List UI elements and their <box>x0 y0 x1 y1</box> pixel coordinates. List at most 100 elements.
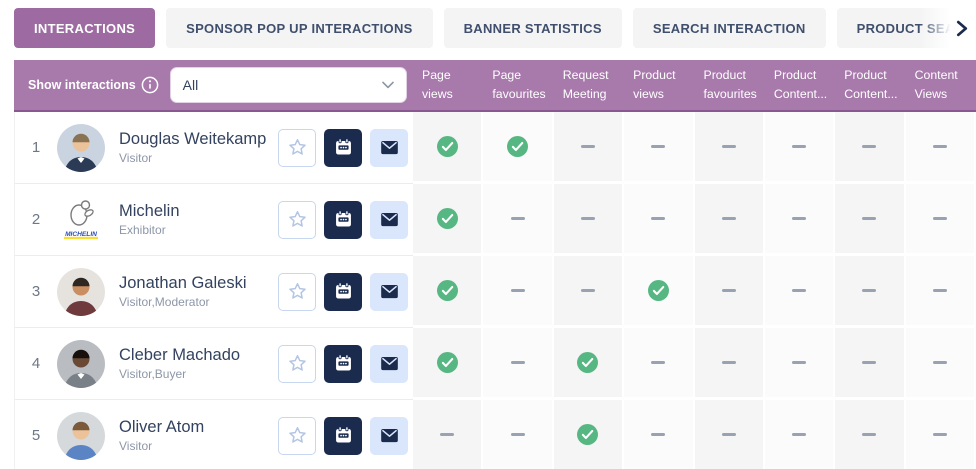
interaction-none-cell <box>765 328 835 400</box>
interaction-yes-cell <box>483 112 553 184</box>
dash-icon <box>581 217 595 220</box>
profile-photo <box>57 340 105 388</box>
interaction-none-cell <box>554 112 624 184</box>
info-icon[interactable] <box>141 76 159 94</box>
avatar <box>57 124 105 172</box>
check-icon <box>437 352 458 373</box>
avatar <box>57 412 105 460</box>
column-header: Content Views <box>906 60 976 110</box>
interaction-none-cell <box>765 184 835 256</box>
star-icon <box>287 353 308 374</box>
check-icon <box>577 424 598 445</box>
interactions-panel: Show interactions All Page viewsPage fav… <box>14 60 976 469</box>
attendee-cell: 2MICHELINMichelinExhibitor <box>14 184 413 256</box>
dash-icon <box>933 361 947 364</box>
column-header: Page views <box>413 60 483 110</box>
email-button[interactable] <box>370 273 408 311</box>
tabs-scroll-right[interactable] <box>920 8 976 48</box>
meeting-button[interactable] <box>324 417 362 455</box>
dash-icon <box>792 145 806 148</box>
meeting-button[interactable] <box>324 273 362 311</box>
show-interactions-dropdown[interactable]: All <box>170 67 407 103</box>
column-header: Product Content... <box>765 60 835 110</box>
check-icon <box>507 136 528 157</box>
email-icon <box>379 209 400 230</box>
meeting-button[interactable] <box>324 201 362 239</box>
avatar: MICHELIN <box>57 196 105 244</box>
favourite-button[interactable] <box>278 201 316 239</box>
chevron-down-icon <box>382 81 394 89</box>
dash-icon <box>581 145 595 148</box>
dash-icon <box>722 433 736 436</box>
interaction-none-cell <box>906 184 976 256</box>
interaction-none-cell <box>835 112 905 184</box>
row-number: 3 <box>15 283 57 300</box>
email-button[interactable] <box>370 417 408 455</box>
tab-interactions[interactable]: INTERACTIONS <box>14 8 155 48</box>
attendee-identity: Oliver AtomVisitor <box>119 418 204 453</box>
favourite-button[interactable] <box>278 273 316 311</box>
dash-icon <box>722 289 736 292</box>
check-icon <box>577 352 598 373</box>
favourite-button[interactable] <box>278 417 316 455</box>
dash-icon <box>722 361 736 364</box>
check-icon <box>437 136 458 157</box>
interaction-yes-cell <box>413 184 483 256</box>
email-icon <box>379 281 400 302</box>
dash-icon <box>511 433 525 436</box>
dash-icon <box>511 289 525 292</box>
tab-search-interaction[interactable]: SEARCH INTERACTION <box>633 8 826 48</box>
row-actions <box>278 129 408 167</box>
meeting-button[interactable] <box>324 345 362 383</box>
dash-icon <box>722 145 736 148</box>
dash-icon <box>440 433 454 436</box>
meeting-button[interactable] <box>324 129 362 167</box>
check-icon <box>437 280 458 301</box>
calendar-icon <box>333 353 354 374</box>
favourite-button[interactable] <box>278 129 316 167</box>
column-header: Product views <box>624 60 694 110</box>
interaction-none-cell <box>906 400 976 469</box>
profile-photo <box>57 412 105 460</box>
table-row: 1Douglas WeitekampVisitor <box>14 112 976 184</box>
dash-icon <box>511 217 525 220</box>
attendee-role: Visitor <box>119 151 266 165</box>
email-icon <box>379 425 400 446</box>
interaction-none-cell <box>695 112 765 184</box>
row-actions <box>278 273 408 311</box>
filter-bar: Show interactions All Page viewsPage fav… <box>14 60 976 112</box>
avatar <box>57 340 105 388</box>
dash-icon <box>933 217 947 220</box>
interaction-none-cell <box>835 256 905 328</box>
interaction-cells <box>413 112 976 184</box>
interaction-none-cell <box>765 400 835 469</box>
interactions-table: 1Douglas WeitekampVisitor2MICHELINMichel… <box>14 112 976 469</box>
show-interactions-label: Show interactions <box>28 78 136 92</box>
column-header: Page favourites <box>483 60 553 110</box>
attendee-identity: Jonathan GaleskiVisitor,Moderator <box>119 274 247 309</box>
email-button[interactable] <box>370 345 408 383</box>
email-button[interactable] <box>370 201 408 239</box>
dash-icon <box>792 289 806 292</box>
dash-icon <box>651 145 665 148</box>
interaction-cells <box>413 256 976 328</box>
row-actions <box>278 201 408 239</box>
star-icon <box>287 281 308 302</box>
row-number: 5 <box>15 427 57 444</box>
dash-icon <box>862 289 876 292</box>
dash-icon <box>651 433 665 436</box>
chevron-right-icon <box>953 20 970 37</box>
table-row: 5 Oliver AtomVisitor <box>14 400 976 469</box>
star-icon <box>287 209 308 230</box>
interaction-cells <box>413 328 976 400</box>
dash-icon <box>581 289 595 292</box>
dash-icon <box>651 361 665 364</box>
star-icon <box>287 137 308 158</box>
attendee-identity: MichelinExhibitor <box>119 202 180 237</box>
check-icon <box>648 280 669 301</box>
tab-sponsor-pop-up-interactions[interactable]: SPONSOR POP UP INTERACTIONS <box>166 8 433 48</box>
favourite-button[interactable] <box>278 345 316 383</box>
email-button[interactable] <box>370 129 408 167</box>
tab-banner-statistics[interactable]: BANNER STATISTICS <box>444 8 622 48</box>
interaction-yes-cell <box>413 256 483 328</box>
